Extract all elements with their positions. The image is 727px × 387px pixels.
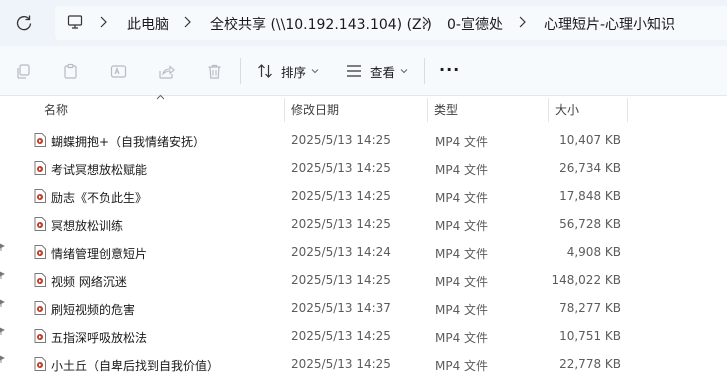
file-size: 56,728 KB bbox=[559, 217, 621, 231]
video-file-icon bbox=[34, 273, 46, 287]
breadcrumb-folder[interactable]: 0-宣德处 bbox=[447, 14, 503, 34]
file-date: 2025/5/13 14:25 bbox=[291, 161, 391, 175]
file-date: 2025/5/13 14:25 bbox=[291, 273, 391, 287]
file-row[interactable]: 小土丘（自卑后找到自我价值） 2025/5/13 14:25 MP4 文件 22… bbox=[0, 350, 727, 378]
file-type: MP4 文件 bbox=[435, 219, 489, 233]
file-type: MP4 文件 bbox=[435, 359, 489, 373]
file-name: 视频 网络沉迷 bbox=[51, 275, 127, 289]
file-type: MP4 文件 bbox=[435, 331, 489, 345]
address-bar-row: 此电脑 全校共享 (\\10.192.143.104) (Z:) 0-宣德处 心… bbox=[0, 0, 727, 46]
column-divider[interactable] bbox=[284, 98, 285, 122]
video-file-icon bbox=[34, 245, 46, 259]
file-row[interactable]: 考试冥想放松赋能 2025/5/13 14:25 MP4 文件 26,734 K… bbox=[0, 154, 727, 182]
file-size: 26,734 KB bbox=[559, 161, 621, 175]
toolbar-divider bbox=[424, 58, 425, 84]
file-name: 小土丘（自卑后找到自我价值） bbox=[51, 359, 220, 373]
file-name: 考试冥想放松赋能 bbox=[51, 163, 148, 177]
file-size: 4,908 KB bbox=[566, 245, 621, 259]
column-header-size[interactable]: 大小 bbox=[555, 101, 579, 118]
file-type: MP4 文件 bbox=[435, 303, 489, 317]
file-date: 2025/5/13 14:24 bbox=[291, 245, 391, 259]
breadcrumb-drive[interactable]: 全校共享 (\\10.192.143.104) (Z:) bbox=[210, 14, 432, 34]
file-type: MP4 文件 bbox=[435, 191, 489, 205]
copy-icon[interactable] bbox=[15, 63, 32, 80]
refresh-icon[interactable] bbox=[13, 12, 35, 34]
file-type: MP4 文件 bbox=[435, 163, 489, 177]
file-date: 2025/5/13 14:25 bbox=[291, 189, 391, 203]
view-icon bbox=[347, 65, 361, 77]
delete-icon[interactable] bbox=[206, 63, 223, 80]
breadcrumb-this-pc[interactable]: 此电脑 bbox=[127, 14, 169, 34]
chevron-right-icon[interactable] bbox=[420, 16, 430, 28]
chevron-right-icon[interactable] bbox=[98, 16, 108, 28]
column-header-name[interactable]: 名称 bbox=[44, 101, 68, 118]
sort-button[interactable]: 排序 bbox=[257, 60, 327, 82]
sort-ascending-icon bbox=[156, 94, 165, 100]
column-header-type[interactable]: 类型 bbox=[434, 101, 458, 118]
file-name: 刷短视频的危害 bbox=[51, 303, 136, 317]
file-size: 148,022 KB bbox=[551, 273, 621, 287]
breadcrumb-current-folder[interactable]: 心理短片-心理小知识 bbox=[544, 14, 675, 34]
file-name: 五指深呼吸放松法 bbox=[51, 331, 148, 345]
video-file-icon bbox=[34, 161, 46, 175]
file-size: 10,751 KB bbox=[559, 329, 621, 343]
chevron-down-icon bbox=[400, 69, 408, 74]
sort-icon bbox=[258, 64, 272, 78]
chevron-right-icon[interactable] bbox=[517, 16, 527, 28]
file-row[interactable]: 蝴蝶拥抱+（自我情绪安抚） 2025/5/13 14:25 MP4 文件 10,… bbox=[0, 126, 727, 154]
file-row[interactable]: 五指深呼吸放松法 2025/5/13 14:25 MP4 文件 10,751 K… bbox=[0, 322, 727, 350]
column-divider[interactable] bbox=[627, 98, 628, 122]
file-type: MP4 文件 bbox=[435, 135, 489, 149]
file-list: 蝴蝶拥抱+（自我情绪安抚） 2025/5/13 14:25 MP4 文件 10,… bbox=[0, 126, 727, 378]
chevron-right-icon[interactable] bbox=[182, 16, 192, 28]
column-divider[interactable] bbox=[548, 98, 549, 122]
file-row[interactable]: 冥想放松训练 2025/5/13 14:25 MP4 文件 56,728 KB bbox=[0, 210, 727, 238]
video-file-icon bbox=[34, 329, 46, 343]
paste-icon[interactable] bbox=[62, 63, 79, 80]
file-date: 2025/5/13 14:25 bbox=[291, 133, 391, 147]
toolbar-divider bbox=[240, 58, 241, 84]
file-date: 2025/5/13 14:25 bbox=[291, 329, 391, 343]
file-type: MP4 文件 bbox=[435, 247, 489, 261]
file-size: 10,407 KB bbox=[559, 133, 621, 147]
column-header-row: 名称 修改日期 类型 大小 bbox=[0, 94, 727, 123]
video-file-icon bbox=[34, 217, 46, 231]
file-name: 励志《不负此生》 bbox=[51, 191, 148, 205]
file-date: 2025/5/13 14:25 bbox=[291, 217, 391, 231]
more-options-button[interactable]: ··· bbox=[439, 60, 459, 80]
file-size: 78,277 KB bbox=[559, 301, 621, 315]
file-date: 2025/5/13 14:37 bbox=[291, 301, 391, 315]
column-divider[interactable] bbox=[427, 98, 428, 122]
file-row[interactable]: 刷短视频的危害 2025/5/13 14:37 MP4 文件 78,277 KB bbox=[0, 294, 727, 322]
command-bar: 排序 查看 ··· bbox=[0, 46, 727, 96]
video-file-icon bbox=[34, 133, 46, 147]
column-header-date[interactable]: 修改日期 bbox=[291, 101, 339, 118]
chevron-down-icon bbox=[311, 69, 319, 74]
file-name: 情绪管理创意短片 bbox=[51, 247, 148, 261]
file-size: 17,848 KB bbox=[559, 189, 621, 203]
view-label: 查看 bbox=[370, 64, 396, 80]
file-type: MP4 文件 bbox=[435, 275, 489, 289]
file-row[interactable]: 情绪管理创意短片 2025/5/13 14:24 MP4 文件 4,908 KB bbox=[0, 238, 727, 266]
file-name: 冥想放松训练 bbox=[51, 219, 124, 233]
file-row[interactable]: 励志《不负此生》 2025/5/13 14:25 MP4 文件 17,848 K… bbox=[0, 182, 727, 210]
file-name: 蝴蝶拥抱+（自我情绪安抚） bbox=[51, 135, 206, 149]
file-date: 2025/5/13 14:25 bbox=[291, 357, 391, 371]
video-file-icon bbox=[34, 189, 46, 203]
video-file-icon bbox=[34, 301, 46, 315]
view-button[interactable]: 查看 bbox=[346, 60, 416, 82]
file-size: 22,778 KB bbox=[559, 357, 621, 371]
video-file-icon bbox=[34, 357, 46, 371]
rename-icon[interactable] bbox=[110, 63, 127, 80]
this-pc-icon[interactable] bbox=[67, 14, 83, 30]
share-icon[interactable] bbox=[158, 63, 175, 80]
sort-label: 排序 bbox=[281, 64, 307, 80]
file-row[interactable]: 视频 网络沉迷 2025/5/13 14:25 MP4 文件 148,022 K… bbox=[0, 266, 727, 294]
